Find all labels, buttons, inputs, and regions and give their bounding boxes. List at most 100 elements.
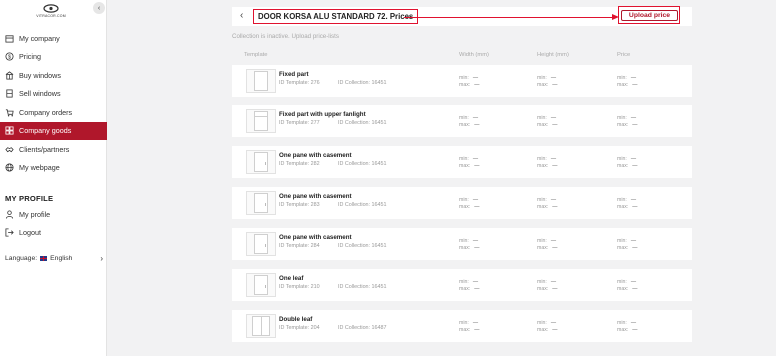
height-minmax: min: — max: — xyxy=(537,238,557,251)
buy-window-icon xyxy=(5,71,14,80)
sidebar-item-company-goods[interactable]: Company goods xyxy=(0,121,107,140)
width-minmax: min: — max: — xyxy=(459,279,479,292)
sidebar-item-label: Pricing xyxy=(19,52,41,62)
sidebar-item-company-orders[interactable]: Company orders xyxy=(0,103,107,122)
sidebar-item-label: Sell windows xyxy=(19,89,61,99)
chevron-right-icon: › xyxy=(100,254,103,263)
collection-id: ID Collection: 16451 xyxy=(338,243,387,249)
window-shape-icon xyxy=(254,275,268,295)
window-shape-icon xyxy=(254,234,268,254)
price-minmax: min: — max: — xyxy=(617,75,637,88)
template-id: ID Template: 284 xyxy=(279,243,320,249)
max-line: max: — xyxy=(459,285,480,292)
sidebar-item-my-webpage[interactable]: My webpage xyxy=(0,159,107,178)
collapse-sidebar-button[interactable]: ‹ xyxy=(93,2,105,14)
width-minmax: min: — max: — xyxy=(459,197,479,210)
page-header: ‹ DOOR KORSA ALU STANDARD 72. Prices Upl… xyxy=(232,6,692,26)
partners-icon xyxy=(5,145,14,154)
table-row[interactable]: Double leaf ID Template: 204 ID Collection… xyxy=(232,310,692,342)
template-id: ID Template: 282 xyxy=(279,161,320,167)
svg-text:$: $ xyxy=(8,55,11,61)
col-height: Height (mm) xyxy=(537,52,569,58)
upload-price-button[interactable]: Upload price xyxy=(621,10,678,21)
template-thumbnail xyxy=(246,150,276,174)
collection-id: ID Collection: 16487 xyxy=(338,325,387,331)
table-row[interactable]: Fixed part with upper fanlight ID Templat… xyxy=(232,105,692,137)
col-template: Template xyxy=(244,52,268,58)
width-minmax: min: — max: — xyxy=(459,238,479,251)
table-row[interactable]: One pane with casement ID Template: 283 ID… xyxy=(232,187,692,219)
max-line: max: — xyxy=(537,244,558,251)
logout-icon xyxy=(5,228,14,237)
template-id: ID Template: 276 xyxy=(279,80,320,86)
logo[interactable]: VITRACOR.COM xyxy=(32,4,70,20)
template-id: ID Template: 204 xyxy=(279,325,320,331)
chevron-left-icon: ‹ xyxy=(97,4,101,12)
max-line: max: — xyxy=(537,326,558,333)
dollar-icon: $ xyxy=(5,52,14,61)
sidebar: VITRACOR.COM ‹ My company $ Pricing Buy … xyxy=(0,0,107,356)
window-shape-icon xyxy=(252,316,270,336)
height-minmax: min: — max: — xyxy=(537,156,557,169)
table-row[interactable]: Fixed part ID Template: 276 ID Collection:… xyxy=(232,65,692,97)
max-line: max: — xyxy=(459,326,480,333)
sidebar-item-logout[interactable]: Logout xyxy=(0,224,107,243)
window-shape-icon xyxy=(254,152,268,172)
table-row[interactable]: One pane with casement ID Template: 284 ID… xyxy=(232,228,692,260)
max-line: max: — xyxy=(617,285,638,292)
sidebar-item-clients-partners[interactable]: Clients/partners xyxy=(0,140,107,159)
template-name: One pane with casement xyxy=(279,234,352,241)
sidebar-item-buy-windows[interactable]: Buy windows xyxy=(0,66,107,85)
window-shape-icon xyxy=(254,111,268,131)
col-width: Width (mm) xyxy=(459,52,489,58)
collection-id: ID Collection: 16451 xyxy=(338,284,387,290)
sidebar-item-label: My profile xyxy=(19,209,51,219)
price-minmax: min: — max: — xyxy=(617,156,637,169)
width-minmax: min: — max: — xyxy=(459,156,479,169)
table-row[interactable]: One pane with casement ID Template: 282 ID… xyxy=(232,146,692,178)
table-row[interactable]: One leaf ID Template: 210 ID Collection: 1… xyxy=(232,269,692,301)
sidebar-item-label: Clients/partners xyxy=(19,144,70,154)
sidebar-item-label: Buy windows xyxy=(19,70,61,80)
max-line: max: — xyxy=(459,162,480,169)
inactive-notice: Collection is inactive. Upload price-lis… xyxy=(232,33,339,40)
sidebar-item-label: Company orders xyxy=(19,107,73,117)
template-thumbnail xyxy=(246,109,276,133)
window-shape-icon xyxy=(254,193,268,213)
profile-section-title: MY PROFILE xyxy=(5,194,54,203)
template-name: One leaf xyxy=(279,275,304,282)
sidebar-item-my-profile[interactable]: My profile xyxy=(0,205,107,224)
page-title: DOOR KORSA ALU STANDARD 72. Prices xyxy=(253,9,419,24)
col-price: Price xyxy=(617,52,631,58)
template-thumbnail xyxy=(246,314,276,338)
logo-text: VITRACOR.COM xyxy=(36,14,66,18)
max-line: max: — xyxy=(617,244,638,251)
price-minmax: min: — max: — xyxy=(617,320,637,333)
max-line: max: — xyxy=(459,81,480,88)
logo-icon xyxy=(43,4,59,13)
template-name: Fixed part xyxy=(279,71,309,78)
collection-id: ID Collection: 16451 xyxy=(338,80,387,86)
sidebar-item-sell-windows[interactable]: Sell windows xyxy=(0,85,107,104)
back-arrow-icon[interactable]: ‹ xyxy=(240,10,243,21)
annotation-arrow-line xyxy=(404,17,614,18)
max-line: max: — xyxy=(459,121,480,128)
collection-id: ID Collection: 16451 xyxy=(338,202,387,208)
width-minmax: min: — max: — xyxy=(459,320,479,333)
height-minmax: min: — max: — xyxy=(537,75,557,88)
sell-window-icon xyxy=(5,89,14,98)
height-minmax: min: — max: — xyxy=(537,115,557,128)
language-selector[interactable]: Language: English › xyxy=(5,254,105,263)
orders-icon xyxy=(5,108,14,117)
template-thumbnail xyxy=(246,191,276,215)
uk-flag-icon xyxy=(40,256,48,261)
sidebar-item-label: My webpage xyxy=(19,163,60,173)
sidebar-item-label: My company xyxy=(19,33,60,43)
window-shape-icon xyxy=(254,71,268,91)
template-name: One pane with casement xyxy=(279,193,352,200)
max-line: max: — xyxy=(537,285,558,292)
sidebar-item-pricing[interactable]: $ Pricing xyxy=(0,48,107,67)
sidebar-item-my-company[interactable]: My company xyxy=(0,29,107,48)
width-minmax: min: — max: — xyxy=(459,75,479,88)
width-minmax: min: — max: — xyxy=(459,115,479,128)
